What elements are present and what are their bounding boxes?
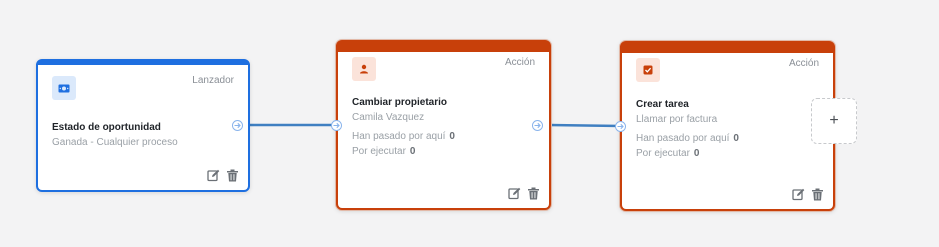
money-icon	[52, 76, 76, 100]
add-step-button[interactable]: +	[811, 98, 857, 144]
edit-icon[interactable]	[792, 188, 805, 201]
pending-label: Por ejecutar	[636, 148, 690, 159]
trash-icon[interactable]	[811, 188, 824, 201]
edit-icon[interactable]	[508, 187, 521, 200]
node-title: Estado de oportunidad	[52, 122, 161, 133]
edit-icon[interactable]	[207, 169, 220, 182]
workflow-canvas: Lanzador Estado de oportunidad Ganada - …	[0, 0, 939, 247]
trash-icon[interactable]	[226, 169, 239, 182]
node-subtitle: Camila Vazquez	[352, 112, 425, 123]
input-port[interactable]	[331, 120, 342, 131]
action-node-create-task[interactable]: Acción Crear tarea Llamar por factura Ha…	[620, 41, 835, 211]
passed-count: Han pasado por aquí 0	[352, 131, 455, 142]
person-icon	[352, 57, 376, 81]
node-tools	[508, 187, 540, 200]
pending-value: 0	[409, 146, 416, 157]
node-tools	[792, 188, 824, 201]
node-kind-label: Lanzador	[192, 75, 234, 86]
node-subtitle: Ganada - Cualquier proceso	[52, 137, 178, 148]
arrow-right-icon	[333, 122, 340, 129]
arrow-right-icon	[234, 122, 241, 129]
trigger-node[interactable]: Lanzador Estado de oportunidad Ganada - …	[36, 59, 250, 192]
output-port[interactable]	[232, 120, 243, 131]
passed-value: 0	[449, 131, 455, 142]
input-port[interactable]	[615, 121, 626, 132]
passed-label: Han pasado por aquí	[636, 133, 730, 144]
pending-count: Por ejecutar 0	[636, 148, 699, 159]
node-tools	[207, 169, 239, 182]
node-kind-label: Acción	[504, 57, 535, 68]
output-port[interactable]	[532, 120, 543, 131]
pending-label: Por ejecutar	[352, 146, 406, 157]
passed-value: 0	[733, 133, 739, 144]
connector-line-2	[548, 123, 622, 128]
passed-label: Han pasado por aquí	[352, 131, 446, 142]
pending-value: 0	[693, 148, 700, 159]
action-node-change-owner[interactable]: Acción Cambiar propietario Camila Vazque…	[336, 40, 551, 210]
node-title: Crear tarea	[636, 99, 689, 110]
node-kind-label: Acción	[788, 58, 819, 69]
node-title: Cambiar propietario	[352, 97, 448, 108]
checkbox-icon	[636, 58, 660, 82]
plus-icon: +	[829, 112, 839, 129]
arrow-right-icon	[617, 123, 624, 130]
passed-count: Han pasado por aquí 0	[636, 133, 739, 144]
trash-icon[interactable]	[527, 187, 540, 200]
node-subtitle: Llamar por factura	[636, 114, 718, 125]
arrow-right-icon	[534, 122, 541, 129]
pending-count: Por ejecutar 0	[352, 146, 415, 157]
